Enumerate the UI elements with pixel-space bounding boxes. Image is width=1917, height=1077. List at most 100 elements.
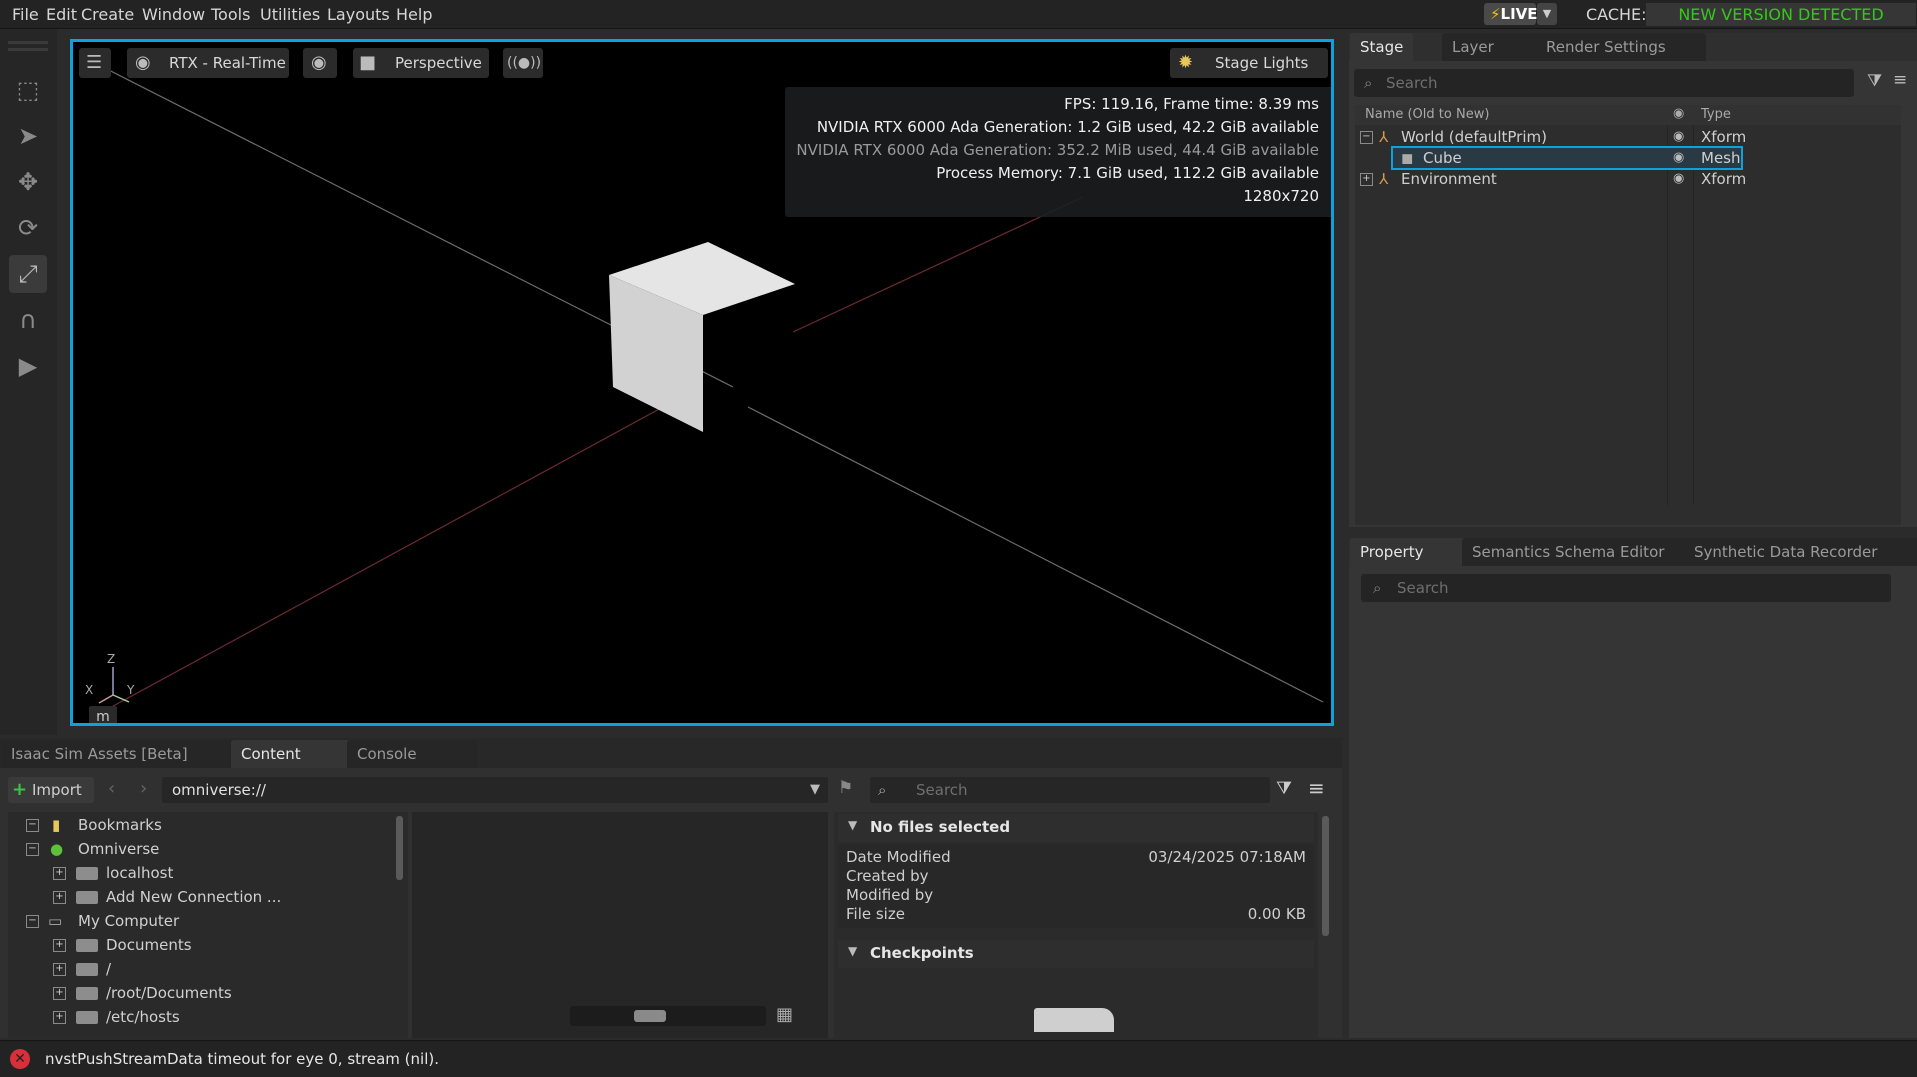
stage-search-input[interactable]: ⌕ Search: [1354, 69, 1854, 97]
path-input[interactable]: omniverse:// ▼: [162, 777, 828, 803]
back-arrow-icon[interactable]: ‹: [108, 778, 115, 799]
menu-layouts[interactable]: Layouts: [327, 5, 390, 24]
stage-row-environment[interactable]: + ⅄ Environment ◉ Xform: [1355, 168, 1895, 190]
play-button[interactable]: ▶: [9, 347, 47, 385]
performance-overlay: FPS: 119.16, Frame time: 8.39 ms NVIDIA …: [785, 87, 1331, 217]
import-button[interactable]: + Import: [8, 777, 94, 803]
tab-render-settings[interactable]: Render Settings: [1536, 33, 1706, 61]
menu-create[interactable]: Create: [81, 5, 134, 24]
filter-icon[interactable]: ⧩: [1276, 778, 1292, 799]
collapse-icon[interactable]: −: [26, 819, 39, 832]
tab-layer[interactable]: Layer: [1442, 33, 1544, 61]
tab-stage[interactable]: Stage: [1350, 33, 1414, 61]
eye-icon: ◉: [1673, 106, 1685, 121]
file-thumbnail-icon: [1034, 1008, 1114, 1032]
error-icon: ✕: [10, 1049, 30, 1069]
property-search-placeholder: Search: [1397, 579, 1449, 597]
grid-view-icon[interactable]: ▦: [776, 1004, 793, 1025]
forward-arrow-icon[interactable]: ›: [140, 778, 147, 799]
content-search-input[interactable]: ⌕ Search: [870, 777, 1270, 803]
column-type-header[interactable]: Type: [1701, 107, 1731, 122]
renderer-label: RTX - Real-Time: [169, 54, 286, 72]
tab-isaac-sim-assets[interactable]: Isaac Sim Assets [Beta]: [1, 740, 241, 768]
zoom-slider[interactable]: [570, 1006, 766, 1026]
camera-button[interactable]: ■ Perspective: [353, 48, 489, 78]
status-message[interactable]: nvstPushStreamData timeout for eye 0, st…: [45, 1050, 439, 1068]
details-scrollbar[interactable]: [1322, 816, 1329, 936]
drive-icon: [76, 987, 98, 1000]
viewport[interactable]: ☰ ◉ RTX - Real-Time ◉ ■ Perspective ((●)…: [70, 39, 1334, 726]
details-header[interactable]: ▼ No files selected: [838, 814, 1314, 842]
tab-property[interactable]: Property: [1350, 538, 1474, 566]
bookmark-icon[interactable]: ⚑: [838, 778, 853, 798]
column-name-header[interactable]: Name (Old to New): [1365, 107, 1489, 122]
property-body: ⌕ Search: [1349, 566, 1917, 1038]
expand-icon[interactable]: +: [53, 891, 66, 904]
details-header-label: No files selected: [870, 818, 1011, 836]
resolution-readout: 1280x720: [1243, 187, 1319, 205]
zoom-slider-handle[interactable]: [634, 1010, 666, 1022]
tree-scrollbar[interactable]: [396, 816, 403, 880]
tab-synthetic-data-recorder[interactable]: Synthetic Data Recorder: [1684, 538, 1917, 566]
drive-icon: [76, 939, 98, 952]
live-dropdown-button[interactable]: ▼: [1537, 3, 1557, 25]
server-icon: [76, 867, 98, 880]
expand-icon[interactable]: +: [1360, 173, 1373, 186]
property-search-input[interactable]: ⌕ Search: [1361, 574, 1891, 602]
select-tool-button[interactable]: ➤: [9, 117, 47, 155]
menu-utilities[interactable]: Utilities: [260, 5, 320, 24]
rotate-tool-button[interactable]: ⟳: [9, 209, 47, 247]
z-axis-label: Z: [107, 652, 116, 666]
expand-icon[interactable]: +: [53, 1011, 66, 1024]
sun-icon: ✹: [1178, 52, 1194, 73]
stage-row-world[interactable]: − ⅄ World (defaultPrim) ◉ Xform: [1355, 126, 1895, 148]
snap-tool-button[interactable]: ∩: [9, 301, 47, 339]
x-axis-line: [98, 694, 114, 704]
content-panel: Isaac Sim Assets [Beta] Content Console …: [0, 738, 1342, 1038]
new-version-banner[interactable]: NEW VERSION DETECTED: [1646, 3, 1916, 26]
path-value: omniverse://: [172, 781, 266, 799]
magnet-icon: ∩: [19, 306, 37, 334]
plus-icon: +: [12, 779, 28, 800]
expand-icon[interactable]: +: [53, 867, 66, 880]
menu-icon[interactable]: ≡: [1893, 70, 1907, 90]
menu-edit[interactable]: Edit: [46, 5, 77, 24]
checkpoints-header[interactable]: ▼ Checkpoints: [838, 940, 1314, 968]
expand-icon[interactable]: +: [53, 963, 66, 976]
tree-item-label: Add New Connection ...: [106, 888, 282, 906]
menu-window[interactable]: Window: [142, 5, 205, 24]
collapse-icon[interactable]: −: [26, 843, 39, 856]
renderer-button[interactable]: ◉ RTX - Real-Time: [127, 48, 289, 78]
select-mode-button[interactable]: ⬚: [9, 71, 47, 109]
eye-icon[interactable]: ◉: [1673, 126, 1684, 148]
menu-file[interactable]: File: [12, 5, 39, 24]
file-size-label: File size: [846, 905, 905, 923]
expand-icon[interactable]: +: [53, 987, 66, 1000]
move-tool-button[interactable]: ✥: [9, 163, 47, 201]
chevron-down-icon[interactable]: ▼: [810, 777, 820, 803]
menu-tools[interactable]: Tools: [211, 5, 250, 24]
import-label: Import: [32, 781, 82, 799]
stage-lights-button[interactable]: ✹ Stage Lights: [1170, 48, 1328, 78]
visibility-button[interactable]: ◉: [303, 48, 337, 78]
viewport-settings-button[interactable]: ☰: [79, 48, 111, 78]
menu-help[interactable]: Help: [396, 5, 432, 24]
tab-content[interactable]: Content: [231, 740, 361, 768]
y-axis-label: Y: [127, 683, 135, 697]
filter-icon[interactable]: ⧩: [1867, 71, 1882, 91]
collapse-icon[interactable]: −: [1360, 131, 1373, 144]
live-button[interactable]: ⚡LIVE: [1484, 3, 1538, 25]
scale-tool-button[interactable]: ⤢: [9, 255, 47, 293]
property-panel: Property Semantics Schema Editor Synthet…: [1349, 538, 1917, 1038]
streaming-button[interactable]: ((●)): [503, 48, 543, 78]
toolbar-grip: [8, 48, 48, 51]
camera-icon: ■: [359, 52, 377, 73]
expand-icon[interactable]: +: [53, 939, 66, 952]
menu-icon[interactable]: ≡: [1308, 776, 1325, 800]
eye-icon[interactable]: ◉: [1673, 168, 1684, 190]
tab-semantics-schema-editor[interactable]: Semantics Schema Editor: [1462, 538, 1696, 566]
tab-console[interactable]: Console: [347, 740, 477, 768]
stage-row-cube[interactable]: ◼ Cube ◉ Mesh: [1355, 146, 1895, 170]
eye-icon[interactable]: ◉: [1673, 147, 1684, 169]
collapse-icon[interactable]: −: [26, 915, 39, 928]
